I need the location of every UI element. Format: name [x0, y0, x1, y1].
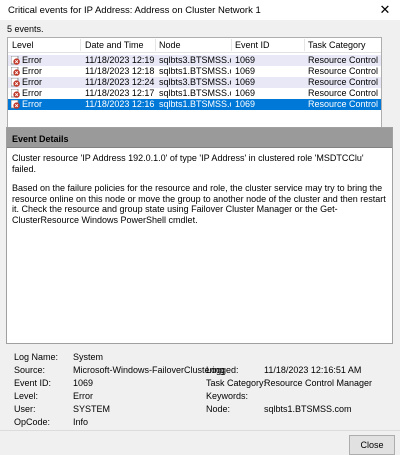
row-node: sqlbts1.BTSMSS.com [159, 66, 231, 76]
row-datetime: 11/18/2023 12:24... [85, 77, 155, 87]
log-name-label: Log Name: [14, 352, 59, 362]
column-separator[interactable] [304, 39, 305, 51]
row-event-id: 1069 [235, 77, 256, 87]
source-label: Source: [14, 365, 46, 375]
details-paragraph: Cluster resource 'IP Address 192.0.1.0' … [12, 153, 364, 174]
source-value: Microsoft-Windows-FailoverClustering [73, 365, 225, 375]
error-icon [11, 56, 20, 65]
row-category: Resource Control ... [308, 66, 380, 76]
row-datetime: 11/18/2023 12:19... [85, 55, 155, 65]
row-event-id: 1069 [235, 88, 256, 98]
task-category-value: Resource Control Manager [264, 378, 373, 388]
opcode-value: Info [73, 417, 89, 427]
grid-header: Level Date and Time Node Event ID Task C… [8, 38, 381, 53]
row-level: Error [22, 88, 42, 98]
row-datetime: 11/18/2023 12:17... [85, 88, 155, 98]
row-datetime: 11/18/2023 12:16... [85, 99, 155, 109]
column-separator[interactable] [80, 39, 81, 51]
row-category: Resource Control ... [308, 55, 380, 65]
logged-value: 11/18/2023 12:16:51 AM [264, 365, 362, 375]
row-datetime: 11/18/2023 12:18... [85, 66, 155, 76]
events-grid[interactable]: Level Date and Time Node Event ID Task C… [7, 37, 382, 135]
task-category-label: Task Category: [206, 378, 267, 388]
column-header-task-category[interactable]: Task Category [308, 40, 366, 51]
level-value: Error [73, 391, 93, 401]
error-icon [11, 67, 20, 76]
column-header-node[interactable]: Node [159, 40, 181, 51]
row-event-id: 1069 [235, 55, 256, 65]
event-id-label: Event ID: [14, 378, 52, 388]
column-separator[interactable] [155, 39, 156, 51]
table-row-selected[interactable]: Error 11/18/2023 12:16... sqlbts1.BTSMSS… [8, 99, 381, 110]
error-icon [11, 89, 20, 98]
level-label: Level: [14, 391, 39, 401]
node-value: sqlbts1.BTSMSS.com [264, 404, 352, 414]
close-button[interactable]: Close [349, 435, 395, 455]
event-id-value: 1069 [73, 378, 94, 388]
error-icon [11, 100, 20, 109]
row-node: sqlbts3.BTSMSS.com [159, 55, 231, 65]
footer-divider [0, 430, 400, 431]
row-node: sqlbts1.BTSMSS.com [159, 99, 231, 109]
opcode-label: OpCode: [14, 417, 51, 427]
row-level: Error [22, 55, 42, 65]
row-level: Error [22, 66, 42, 76]
event-properties: Log Name: System Source: Microsoft-Windo… [0, 348, 400, 428]
event-details-text[interactable]: Cluster resource 'IP Address 192.0.1.0' … [12, 153, 387, 234]
row-event-id: 1069 [235, 99, 256, 109]
log-name-value: System [73, 352, 104, 362]
column-header-date[interactable]: Date and Time [85, 40, 144, 51]
keywords-label: Keywords: [206, 391, 249, 401]
title-bar: Critical events for IP Address: Address … [0, 0, 400, 20]
user-label: User: [14, 404, 36, 414]
row-category: Resource Control ... [308, 77, 380, 87]
node-label: Node: [206, 404, 231, 414]
window-close-icon[interactable]: ✕ [370, 0, 400, 20]
window-title: Critical events for IP Address: Address … [8, 5, 261, 16]
column-header-level[interactable]: Level [12, 40, 34, 51]
row-category: Resource Control ... [308, 88, 380, 98]
event-details-title: Event Details [12, 134, 69, 144]
details-paragraph: Based on the failure policies for the re… [12, 183, 386, 225]
column-header-event-id[interactable]: Event ID [235, 40, 270, 51]
row-level: Error [22, 77, 42, 87]
event-details-panel: Event Details Cluster resource 'IP Addre… [6, 127, 393, 344]
row-category: Resource Control ... [308, 99, 380, 109]
row-level: Error [22, 99, 42, 109]
row-event-id: 1069 [235, 66, 256, 76]
user-value: SYSTEM [73, 404, 111, 414]
table-row[interactable]: Error 11/18/2023 12:17... sqlbts1.BTSMSS… [8, 88, 381, 99]
table-row[interactable]: Error 11/18/2023 12:19... sqlbts3.BTSMSS… [8, 55, 381, 66]
table-row[interactable]: Error 11/18/2023 12:18... sqlbts1.BTSMSS… [8, 66, 381, 77]
row-node: sqlbts3.BTSMSS.com [159, 77, 231, 87]
event-details-header: Event Details [7, 128, 392, 148]
error-icon [11, 78, 20, 87]
column-separator[interactable] [231, 39, 232, 51]
row-node: sqlbts1.BTSMSS.com [159, 88, 231, 98]
logged-label: Logged: [206, 365, 239, 375]
table-row[interactable]: Error 11/18/2023 12:24... sqlbts3.BTSMSS… [8, 77, 381, 88]
event-count: 5 events. [7, 24, 44, 34]
